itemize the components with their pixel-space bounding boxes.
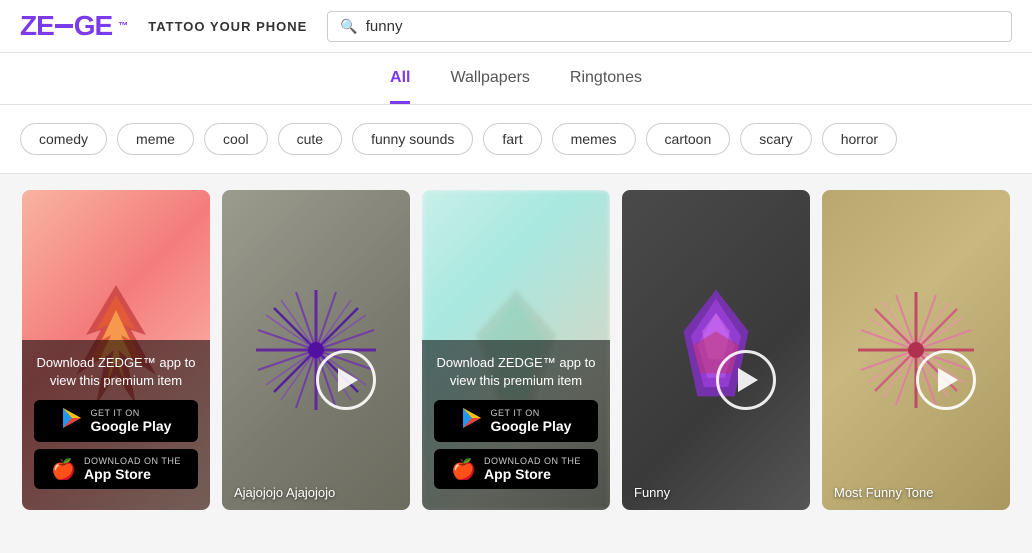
- google-play-btn-1[interactable]: GET IT ON Google Play: [34, 400, 198, 442]
- google-play-text-1: GET IT ON Google Play: [91, 408, 172, 434]
- card-5-label: Most Funny Tone: [834, 485, 933, 500]
- card-4[interactable]: Funny: [622, 190, 810, 510]
- app-store-large-1: App Store: [84, 466, 181, 482]
- header: ZEGE ™ TATTOO YOUR PHONE 🔍: [0, 0, 1032, 53]
- google-play-text-3: GET IT ON Google Play: [491, 408, 572, 434]
- card-2-bg: [222, 190, 410, 510]
- logo-tm: ™: [118, 21, 128, 32]
- tab-wallpapers[interactable]: Wallpapers: [450, 69, 529, 104]
- tag-meme[interactable]: meme: [117, 123, 194, 155]
- google-play-icon-1: [61, 407, 83, 435]
- search-bar[interactable]: 🔍: [327, 11, 1012, 42]
- tag-cartoon[interactable]: cartoon: [646, 123, 731, 155]
- google-play-btn-3[interactable]: GET IT ON Google Play: [434, 400, 598, 442]
- card-1[interactable]: Download ZEDGE™ app to view this premium…: [22, 190, 210, 510]
- app-store-large-3: App Store: [484, 466, 581, 482]
- app-store-btn-1[interactable]: 🍎 Download on the App Store: [34, 449, 198, 489]
- tag-horror[interactable]: horror: [822, 123, 897, 155]
- download-overlay-1: Download ZEDGE™ app to view this premium…: [22, 340, 210, 510]
- apple-icon-1: 🍎: [51, 457, 76, 482]
- tag-comedy[interactable]: comedy: [20, 123, 107, 155]
- card-5[interactable]: Most Funny Tone: [822, 190, 1010, 510]
- google-play-store-1: Google Play: [91, 418, 172, 434]
- card-4-label: Funny: [634, 485, 670, 500]
- tags-row: comedy meme cool cute funny sounds fart …: [0, 105, 1032, 174]
- app-store-btn-3[interactable]: 🍎 Download on the App Store: [434, 449, 598, 489]
- app-store-text-1: Download on the App Store: [84, 456, 181, 482]
- card-3[interactable]: Download ZEDGE™ app to view this premium…: [422, 190, 610, 510]
- logo[interactable]: ZEGE ™: [20, 10, 128, 42]
- tag-fart[interactable]: fart: [483, 123, 541, 155]
- app-store-small-3: Download on the: [484, 456, 581, 466]
- google-play-icon-3: [461, 407, 483, 435]
- card-2-label: Ajajojojo Ajajojojo: [234, 485, 335, 500]
- search-input[interactable]: [366, 18, 999, 35]
- google-play-small-1: GET IT ON: [91, 408, 172, 418]
- tab-ringtones[interactable]: Ringtones: [570, 69, 642, 104]
- apple-icon-3: 🍎: [451, 457, 476, 482]
- google-play-small-3: GET IT ON: [491, 408, 572, 418]
- tag-funny-sounds[interactable]: funny sounds: [352, 123, 473, 155]
- google-play-store-3: Google Play: [491, 418, 572, 434]
- tabs: All Wallpapers Ringtones: [0, 53, 1032, 105]
- tagline: TATTOO YOUR PHONE: [148, 19, 307, 34]
- tag-memes[interactable]: memes: [552, 123, 636, 155]
- search-icon: 🔍: [340, 18, 357, 35]
- app-store-text-3: Download on the App Store: [484, 456, 581, 482]
- tag-cool[interactable]: cool: [204, 123, 268, 155]
- tab-all[interactable]: All: [390, 69, 410, 104]
- app-store-small-1: Download on the: [84, 456, 181, 466]
- play-circle-4[interactable]: [716, 350, 776, 410]
- tag-cute[interactable]: cute: [278, 123, 342, 155]
- content-grid: Download ZEDGE™ app to view this premium…: [0, 174, 1032, 526]
- card-4-bg: [622, 190, 810, 510]
- download-text-3: Download ZEDGE™ app to view this premium…: [434, 354, 598, 390]
- play-circle-2[interactable]: [316, 350, 376, 410]
- play-circle-5[interactable]: [916, 350, 976, 410]
- logo-text: ZEGE: [20, 10, 112, 42]
- tag-scary[interactable]: scary: [740, 123, 811, 155]
- download-overlay-3: Download ZEDGE™ app to view this premium…: [422, 340, 610, 510]
- download-text-1: Download ZEDGE™ app to view this premium…: [34, 354, 198, 390]
- card-2[interactable]: Ajajojojo Ajajojojo: [222, 190, 410, 510]
- card-5-bg: [822, 190, 1010, 510]
